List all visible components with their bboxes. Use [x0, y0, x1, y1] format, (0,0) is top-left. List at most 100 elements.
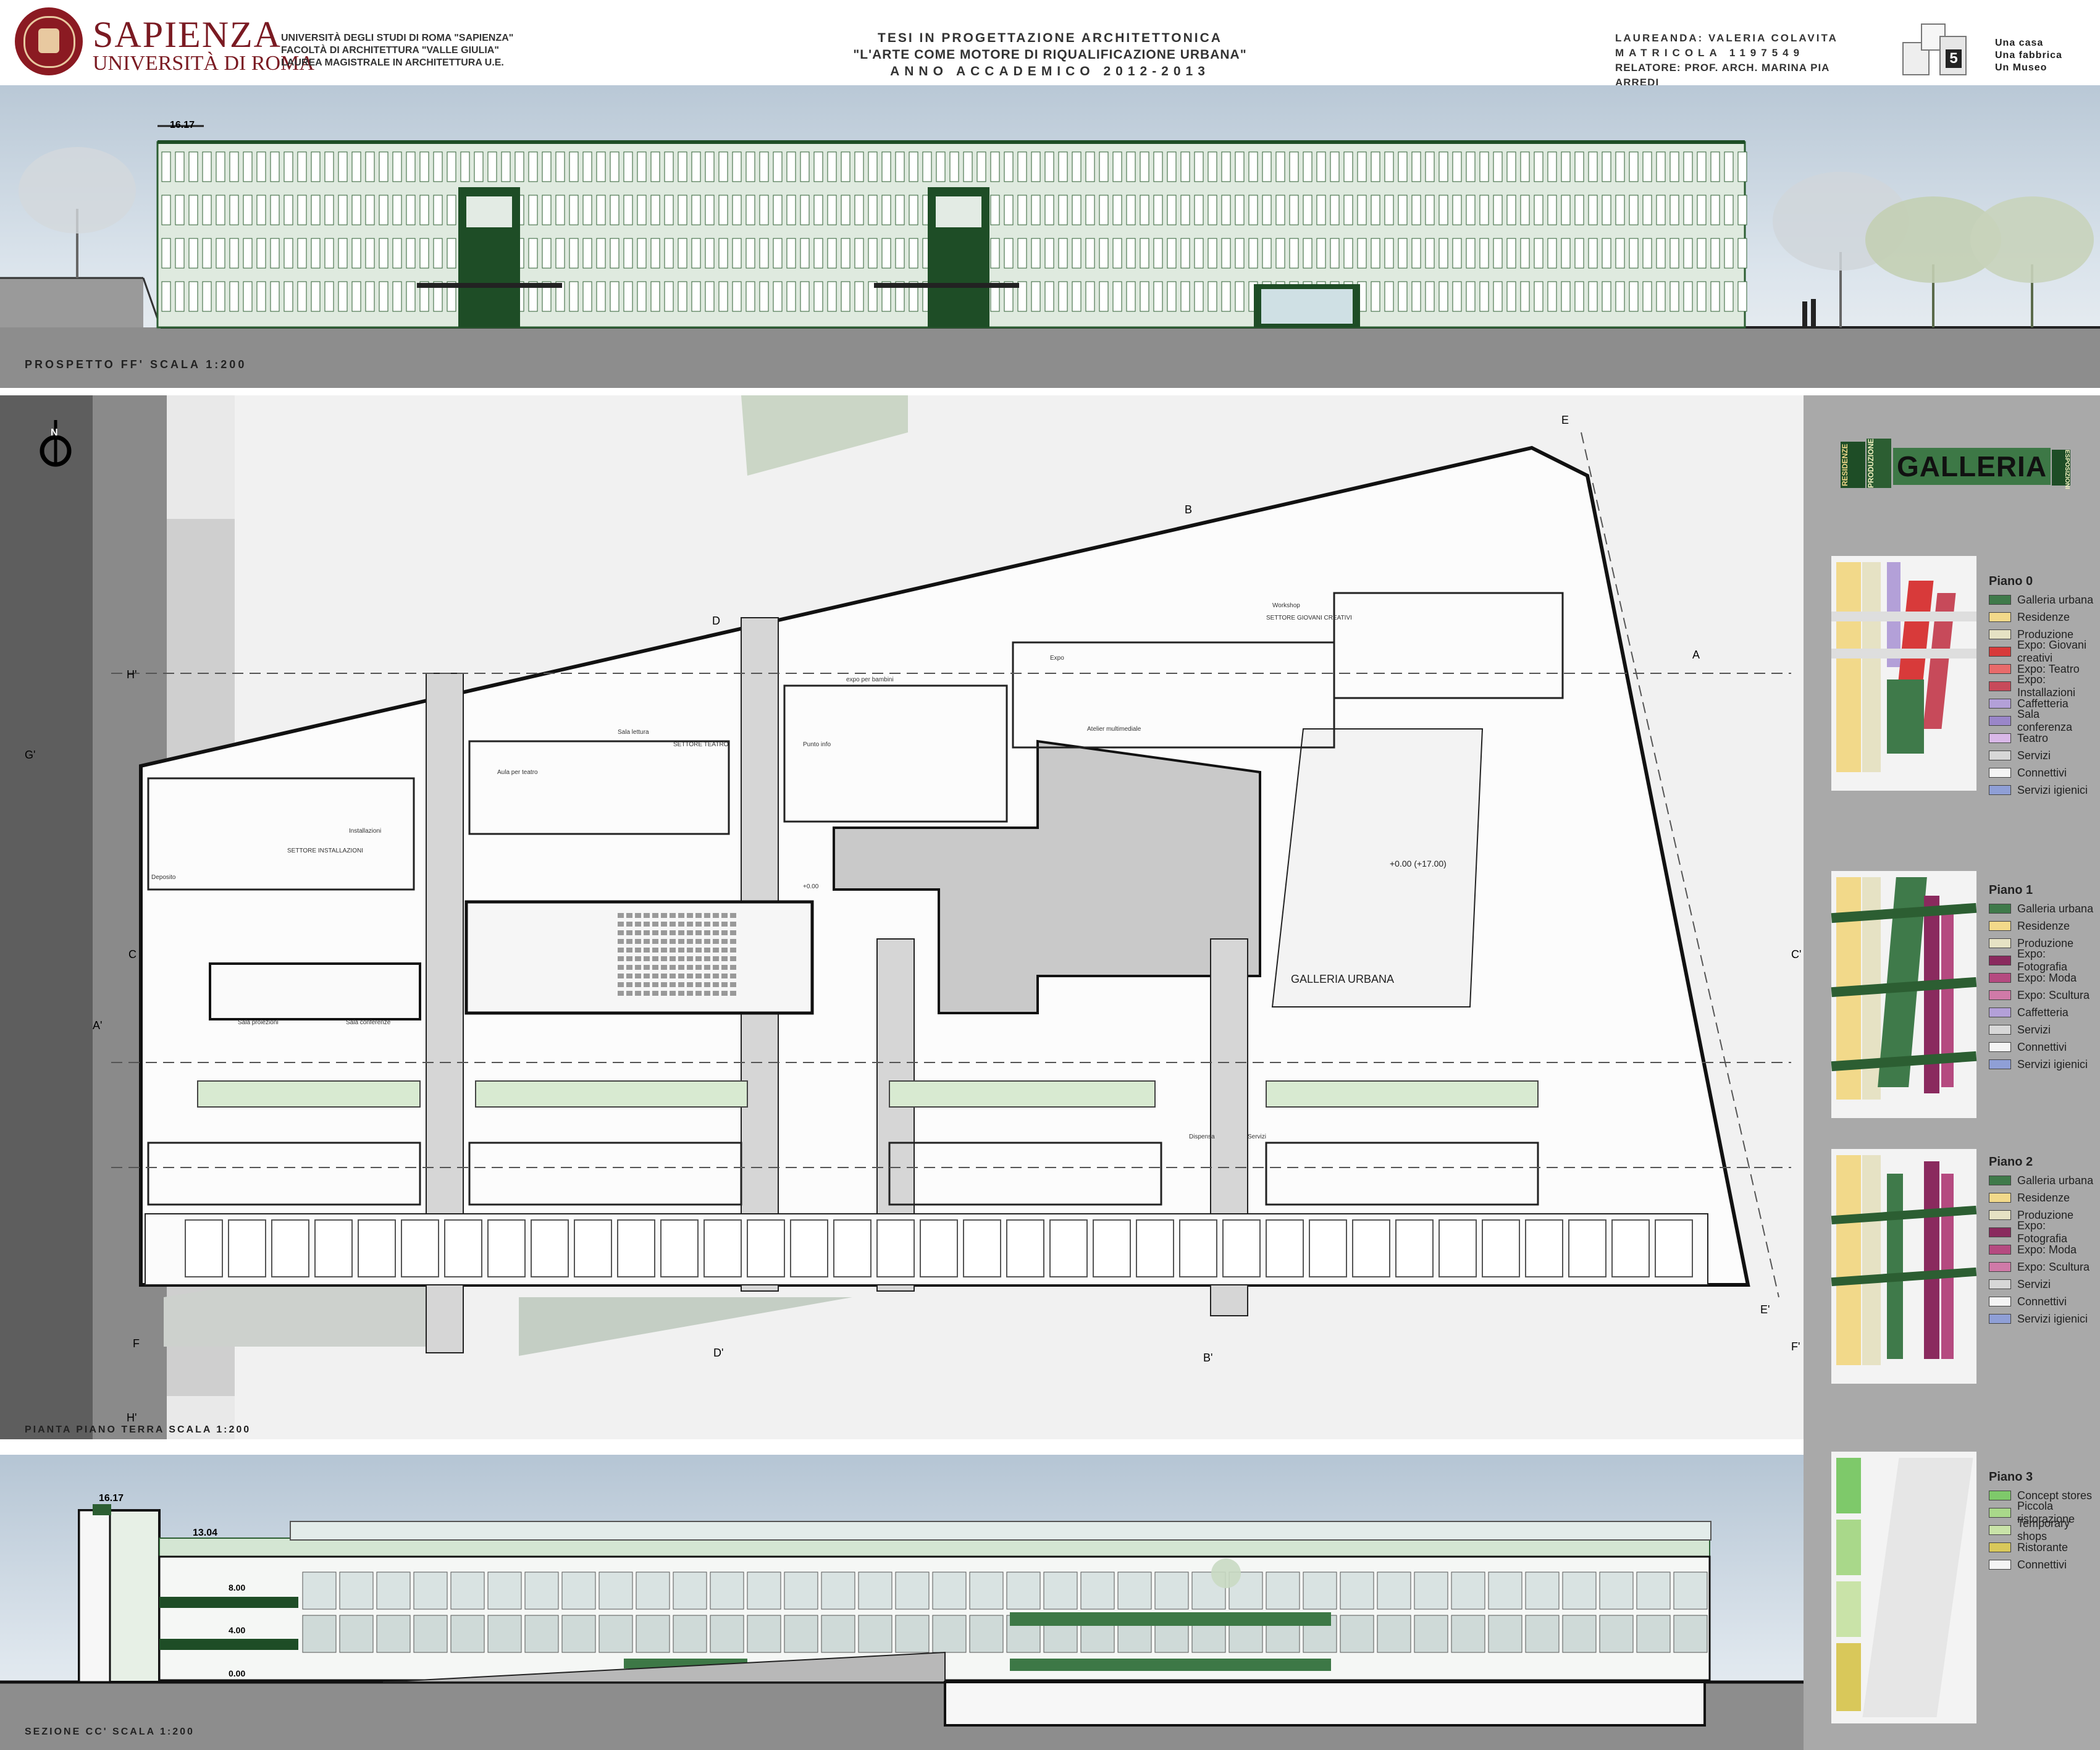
room-label: SETTORE INSTALLAZIONI — [287, 848, 363, 854]
section-mark: A' — [93, 1019, 103, 1032]
legend-label: Galleria urbana — [2017, 1174, 2094, 1187]
section-label: SEZIONE CC' SCALA 1:200 — [25, 1727, 195, 1737]
legend-swatch — [1989, 647, 2011, 657]
legend-swatch — [1989, 664, 2011, 674]
legend-label: Expo: Scultura — [2017, 1260, 2090, 1273]
legend-label: Servizi igienici — [2017, 1312, 2088, 1325]
legend-item: Expo: Fotografia — [1989, 948, 2097, 973]
legend-label: Residenze — [2017, 919, 2070, 932]
legend-swatch — [1989, 1059, 2011, 1069]
tagline: Una casa Una fabbrica Un Museo — [1995, 37, 2062, 74]
university-seal-icon — [15, 7, 83, 75]
author-info: LAUREANDA: VALERIA COLAVITA MATRICOLA 11… — [1615, 31, 1875, 90]
section-mark: E — [1561, 414, 1569, 426]
room-label: Workshop — [1272, 602, 1300, 609]
legend-label: Caffetteria — [2017, 1006, 2068, 1019]
legend-item: Expo: Fotografia — [1989, 1219, 2097, 1245]
legend-item: Servizi — [1989, 747, 2097, 764]
section-mark: C — [128, 948, 136, 961]
section-drawing — [0, 1504, 1804, 1750]
legend-swatch — [1989, 1314, 2011, 1324]
section-level: 0.00 — [229, 1668, 246, 1678]
level-label: +0.00 (+17.00) — [1390, 859, 1447, 869]
banner-word: GALLERIA — [1893, 448, 2051, 485]
legend-item: Expo: Scultura — [1989, 1258, 2097, 1276]
legend-item: Residenze — [1989, 1189, 2097, 1206]
banner-word: PRODUZIONE — [1867, 439, 1891, 488]
legend-label: Temporary shops — [2017, 1517, 2070, 1542]
legend-piano-0: Piano 0 Galleria urbana Residenze Produzion… — [1989, 574, 2097, 799]
legend-piano-1: Piano 1 Galleria urbana Residenze Produzion… — [1989, 883, 2097, 1073]
author-line: LAUREANDA: VALERIA COLAVITA — [1615, 32, 1838, 44]
info-line: FACOLTÀ DI ARCHITETTURA "VALLE GIULIA" — [281, 45, 499, 56]
legend-swatch — [1989, 595, 2011, 605]
legend-item: Expo: Installazioni — [1989, 673, 2097, 699]
galleria-label: GALLERIA URBANA — [1291, 973, 1395, 985]
legend-swatch — [1989, 1176, 2011, 1185]
floor-diagram-3 — [1831, 1452, 1976, 1723]
legend-swatch — [1989, 785, 2011, 795]
legend-swatch — [1989, 1042, 2011, 1052]
room-label: Dispensa — [1189, 1134, 1215, 1140]
room-label: Sala conferenze — [346, 1019, 391, 1026]
logo-number: 5 — [1946, 49, 1962, 68]
legend-title: Piano 0 — [1989, 574, 2033, 588]
section-mark: H' — [127, 1411, 137, 1424]
room-label: SETTORE GIOVANI CREATIVI — [1266, 615, 1352, 621]
room-label: SETTORE TEATRO — [673, 741, 729, 748]
section-mark: F' — [1791, 1340, 1800, 1353]
section-mark: C' — [1791, 948, 1802, 961]
legend-label: Servizi — [2017, 749, 2051, 762]
legend-item: Servizi — [1989, 1276, 2097, 1293]
legend-label: Ristorante — [2017, 1541, 2068, 1554]
room-label: Sala proiezioni — [238, 1019, 279, 1026]
legend-swatch — [1989, 921, 2011, 931]
section-mark: H' — [127, 668, 137, 681]
section-mark: B' — [1203, 1352, 1213, 1364]
legend-label: Servizi igienici — [2017, 783, 2088, 796]
thesis-line: ANNO ACCADEMICO 2012-2013 — [890, 64, 1210, 78]
section-level: 13.04 — [193, 1528, 218, 1538]
legend-swatch — [1989, 990, 2011, 1000]
institution-info: UNIVERSITÀ DEGLI STUDI DI ROMA "SAPIENZA… — [281, 32, 559, 69]
legend-item: Galleria urbana — [1989, 1172, 2097, 1189]
room-label: Sala lettura — [618, 729, 649, 736]
legend-swatch — [1989, 956, 2011, 965]
section-panel: 16.17 13.04 8.00 4.00 0.00 SEZIONE CC' S… — [0, 1455, 1804, 1750]
university-name: SAPIENZA — [93, 14, 282, 55]
elevation-label: PROSPETTO FF' SCALA 1:200 — [25, 358, 247, 371]
legend-swatch — [1989, 768, 2011, 778]
banner-word: ESPOSIZIONI — [2052, 450, 2070, 489]
legend-swatch — [1989, 1491, 2011, 1500]
tree-icon — [1970, 196, 2094, 327]
legend-item: Servizi igienici — [1989, 1310, 2097, 1327]
floor-diagram-1 — [1831, 871, 1977, 1118]
legend-label: Servizi — [2017, 1023, 2051, 1036]
legend-label: Servizi — [2017, 1277, 2051, 1290]
legend-item: Servizi — [1989, 1021, 2097, 1038]
author-line: MATRICOLA 1197549 — [1615, 47, 1805, 59]
legend-label: Connettivi — [2017, 766, 2067, 779]
legend-swatch — [1989, 733, 2011, 743]
legend-label: Expo: Fotografia — [2017, 948, 2068, 973]
legend-label: Expo: Scultura — [2017, 988, 2090, 1001]
function-banner: RESIDENZE PRODUZIONE GALLERIA ESPOSIZION… — [1804, 432, 2100, 494]
legend-swatch — [1989, 938, 2011, 948]
section-mark: E' — [1760, 1303, 1770, 1316]
legend-swatch — [1989, 612, 2011, 622]
legend-swatch — [1989, 716, 2011, 726]
north-label: N — [51, 427, 58, 438]
legend-title: Piano 2 — [1989, 1155, 2033, 1169]
legend-item: Servizi igienici — [1989, 1056, 2097, 1073]
room-label: Deposito — [151, 874, 176, 881]
legend-item: Connettivi — [1989, 1556, 2097, 1573]
legend-title: Piano 1 — [1989, 883, 2033, 897]
header: SAPIENZA UNIVERSITÀ DI ROMA UNIVERSITÀ D… — [0, 0, 2100, 88]
section-mark: A — [1692, 649, 1700, 661]
section-mark: D — [712, 615, 720, 627]
legend-label: Connettivi — [2017, 1040, 2067, 1053]
legend-swatch — [1989, 1508, 2011, 1518]
info-line: LAUREA MAGISTRALE IN ARCHITETTURA U.E. — [281, 57, 504, 68]
legend-swatch — [1989, 751, 2011, 760]
legend-swatch — [1989, 1297, 2011, 1306]
